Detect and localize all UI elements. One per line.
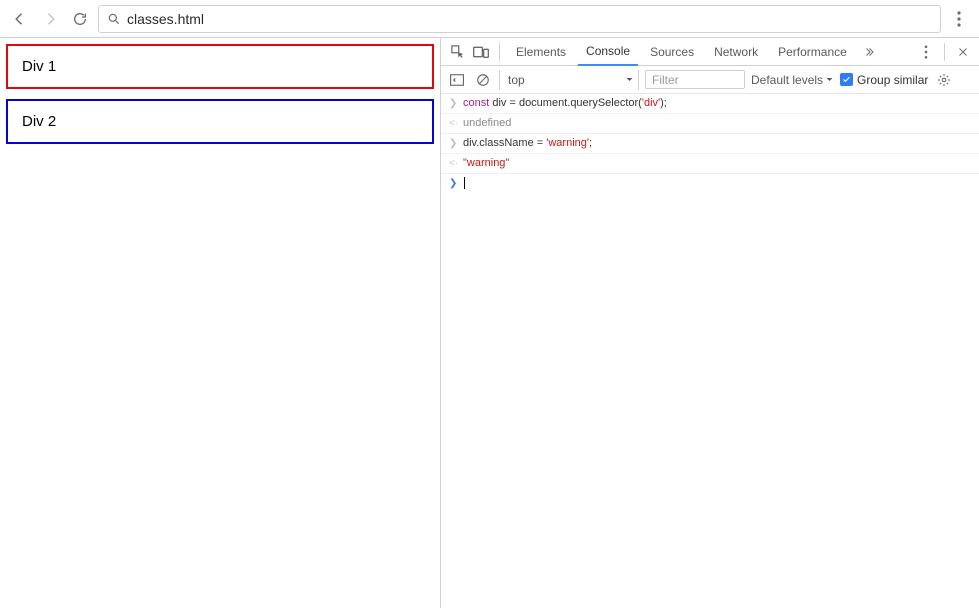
div-1: Div 1 (6, 44, 434, 89)
divider (944, 43, 945, 61)
url-text: classes.html (127, 11, 204, 27)
divider (499, 43, 500, 61)
search-icon (107, 12, 121, 26)
browser-menu-button[interactable] (947, 7, 971, 31)
div-2: Div 2 (6, 99, 434, 144)
console-settings-icon[interactable] (934, 70, 954, 90)
console-caret (463, 174, 465, 192)
group-similar-label: Group similar (857, 73, 928, 87)
inspect-element-icon[interactable] (447, 42, 467, 62)
console-output-line: <· "warning" (441, 154, 979, 174)
console-sidebar-toggle-icon[interactable] (447, 70, 467, 90)
devtools-menu-icon[interactable] (916, 42, 936, 62)
devtools-panel: Elements Console Sources Network Perform… (440, 38, 979, 608)
output-marker-icon: <· (449, 155, 463, 173)
browser-toolbar: classes.html (0, 0, 979, 38)
main-area: Div 1 Div 2 Elements Console Sources Net… (0, 38, 979, 608)
close-devtools-icon[interactable] (953, 42, 973, 62)
console-code: div.className = 'warning'; (463, 134, 592, 152)
address-bar[interactable]: classes.html (98, 5, 941, 33)
input-marker-icon: ❯ (449, 95, 463, 113)
back-button[interactable] (8, 7, 32, 31)
tab-sources[interactable]: Sources (642, 38, 702, 66)
console-filter-input[interactable]: Filter (645, 70, 745, 89)
input-marker-icon: ❯ (449, 135, 463, 153)
console-output[interactable]: ❯ const div = document.querySelector('di… (441, 94, 979, 608)
clear-console-icon[interactable] (473, 70, 493, 90)
console-context-value: top (508, 73, 525, 87)
output-marker-icon: <· (449, 115, 463, 133)
prompt-marker-icon: ❯ (449, 175, 463, 193)
more-tabs-icon[interactable] (859, 42, 879, 62)
log-levels-label: Default levels (751, 73, 823, 87)
tab-elements[interactable]: Elements (508, 38, 574, 66)
reload-button[interactable] (68, 7, 92, 31)
devtools-tabs: Elements Console Sources Network Perform… (441, 38, 979, 66)
tab-network[interactable]: Network (706, 38, 766, 66)
console-context-select[interactable]: top (499, 70, 639, 90)
device-toolbar-icon[interactable] (471, 42, 491, 62)
tab-console[interactable]: Console (578, 38, 638, 66)
log-levels-select[interactable]: Default levels (751, 73, 834, 87)
group-similar-toggle[interactable]: Group similar (840, 73, 928, 87)
chevron-down-icon (625, 75, 634, 84)
console-code: const div = document.querySelector('div'… (463, 94, 667, 112)
console-output-line: <· undefined (441, 114, 979, 134)
tab-performance[interactable]: Performance (770, 38, 855, 66)
checkbox-checked-icon (840, 73, 853, 86)
console-result: undefined (463, 114, 511, 132)
console-input-line: ❯ const div = document.querySelector('di… (441, 94, 979, 114)
console-prompt[interactable]: ❯ (441, 174, 979, 193)
console-toolbar: top Filter Default levels Group similar (441, 66, 979, 94)
console-input-line: ❯ div.className = 'warning'; (441, 134, 979, 154)
console-result: "warning" (463, 154, 509, 172)
filter-placeholder: Filter (652, 73, 679, 87)
forward-button[interactable] (38, 7, 62, 31)
page-viewport: Div 1 Div 2 (0, 38, 440, 608)
